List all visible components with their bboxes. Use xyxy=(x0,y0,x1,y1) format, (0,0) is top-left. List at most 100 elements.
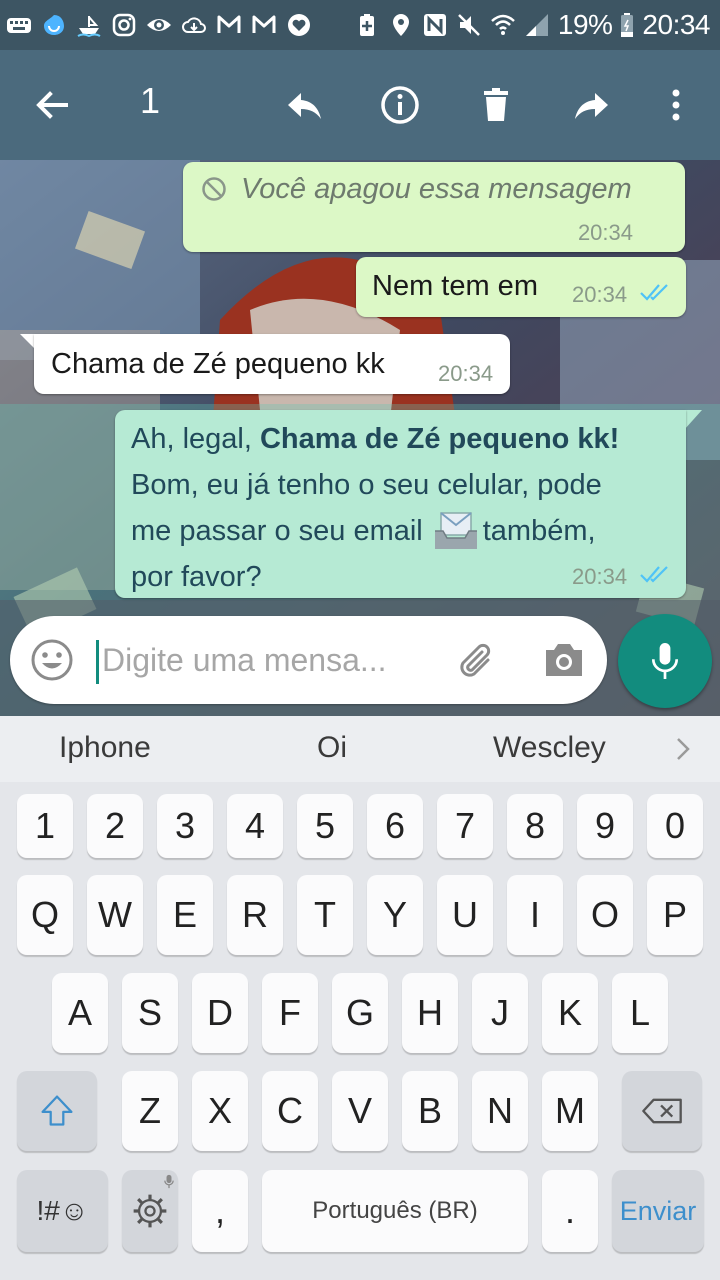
key-w[interactable]: W xyxy=(87,875,143,955)
period-key[interactable]: . xyxy=(542,1170,598,1252)
message-incoming[interactable]: Chama de Zé pequeno kk 20:34 xyxy=(34,334,510,394)
gmail-icon xyxy=(251,12,277,38)
key-9[interactable]: 9 xyxy=(577,794,633,858)
nfc-icon xyxy=(422,12,448,38)
location-icon xyxy=(388,12,414,38)
ship-icon xyxy=(76,12,102,38)
backspace-icon xyxy=(642,1098,682,1124)
text-cursor xyxy=(96,640,99,684)
key-d[interactable]: D xyxy=(192,973,248,1053)
message-input-placeholder[interactable]: Digite uma mensa... xyxy=(102,642,387,679)
key-8[interactable]: 8 xyxy=(507,794,563,858)
mic-button[interactable] xyxy=(618,614,712,708)
selected-count: 1 xyxy=(140,80,161,121)
comma-key[interactable]: , xyxy=(192,1170,248,1252)
message-outgoing[interactable]: Nem tem em 20:34 xyxy=(356,257,686,317)
key-i[interactable]: I xyxy=(507,875,563,955)
key-g[interactable]: G xyxy=(332,973,388,1053)
settings-key[interactable] xyxy=(122,1170,178,1252)
forward-icon[interactable] xyxy=(564,77,620,133)
key-s[interactable]: S xyxy=(122,973,178,1053)
message-time: 20:34 xyxy=(577,220,633,245)
battery-saver-icon xyxy=(354,12,380,38)
status-bar: 19% 20:34 xyxy=(0,0,720,50)
battery-icon xyxy=(620,12,634,38)
key-b[interactable]: B xyxy=(402,1071,458,1151)
gear-icon xyxy=(133,1194,167,1228)
message-time: 20:34 xyxy=(438,361,494,386)
delete-icon[interactable] xyxy=(468,77,524,133)
message-deleted[interactable]: Você apagou essa mensagem 20:34 xyxy=(183,162,685,252)
message-text: Chama de Zé pequeno kk xyxy=(51,348,385,380)
info-icon[interactable] xyxy=(372,77,428,133)
backspace-key[interactable] xyxy=(622,1071,702,1151)
key-t[interactable]: T xyxy=(297,875,353,955)
key-j[interactable]: J xyxy=(472,973,528,1053)
key-a[interactable]: A xyxy=(52,973,108,1053)
key-c[interactable]: C xyxy=(262,1071,318,1151)
key-x[interactable]: X xyxy=(192,1071,248,1151)
shift-icon xyxy=(41,1095,73,1126)
key-v[interactable]: V xyxy=(332,1071,388,1151)
key-n[interactable]: N xyxy=(472,1071,528,1151)
key-p[interactable]: P xyxy=(647,875,703,955)
key-l[interactable]: L xyxy=(612,973,668,1053)
key-y[interactable]: Y xyxy=(367,875,423,955)
key-k[interactable]: K xyxy=(542,973,598,1053)
key-2[interactable]: 2 xyxy=(87,794,143,858)
battery-percent: 19% xyxy=(557,9,613,40)
read-ticks-icon xyxy=(640,566,668,583)
message-text-prefix: Ah, legal, xyxy=(131,423,260,455)
key-7[interactable]: 7 xyxy=(437,794,493,858)
camera-icon[interactable] xyxy=(542,640,586,680)
reply-icon[interactable] xyxy=(276,77,332,133)
inbox-tray-emoji xyxy=(434,512,477,549)
key-5[interactable]: 5 xyxy=(297,794,353,858)
selection-action-bar: 1 xyxy=(0,50,720,160)
key-z[interactable]: Z xyxy=(122,1071,178,1151)
attach-icon[interactable] xyxy=(454,638,500,684)
mic-icon xyxy=(651,643,679,679)
back-arrow-icon[interactable] xyxy=(24,77,80,133)
keyboard: 1 2 3 4 5 6 7 8 9 0 Q W E R T Y U I O P … xyxy=(0,782,720,1280)
chevron-right-icon[interactable] xyxy=(672,736,694,762)
instagram-icon xyxy=(111,12,137,38)
message-time: 20:34 xyxy=(572,282,628,307)
compose-bar: Digite uma mensa... xyxy=(0,606,720,716)
shift-key[interactable] xyxy=(17,1071,97,1151)
suggestion-2[interactable]: Oi xyxy=(317,731,347,765)
key-1[interactable]: 1 xyxy=(17,794,73,858)
message-time: 20:34 xyxy=(572,564,628,589)
key-o[interactable]: O xyxy=(577,875,633,955)
key-r[interactable]: R xyxy=(227,875,283,955)
key-e[interactable]: E xyxy=(157,875,213,955)
key-q[interactable]: Q xyxy=(17,875,73,955)
key-f[interactable]: F xyxy=(262,973,318,1053)
heart-icon xyxy=(286,12,312,38)
outgoing-bubble-tail xyxy=(684,410,702,430)
symbols-key[interactable]: !#☺ xyxy=(17,1170,108,1252)
keyboard-suggestion-strip: Iphone Oi Wescley xyxy=(0,716,720,782)
key-h[interactable]: H xyxy=(402,973,458,1053)
suggestion-1[interactable]: Iphone xyxy=(59,731,151,765)
space-key[interactable]: Português (BR) xyxy=(262,1170,528,1252)
send-key[interactable]: Enviar xyxy=(612,1170,704,1252)
key-3[interactable]: 3 xyxy=(157,794,213,858)
message-outgoing-selected[interactable]: Ah, legal, Chama de Zé pequeno kk! Bom, … xyxy=(115,410,686,598)
deleted-message-text: Você apagou essa mensagem xyxy=(241,173,632,205)
message-line: Bom, eu já tenho o seu celular, pode xyxy=(131,469,602,501)
emoji-icon[interactable] xyxy=(30,638,74,682)
key-6[interactable]: 6 xyxy=(367,794,423,858)
keyboard-icon xyxy=(6,12,32,38)
key-m[interactable]: M xyxy=(542,1071,598,1151)
suggestion-3[interactable]: Wescley xyxy=(493,731,606,765)
more-vert-icon[interactable] xyxy=(648,77,704,133)
mute-icon xyxy=(456,12,482,38)
key-u[interactable]: U xyxy=(437,875,493,955)
message-input-box[interactable]: Digite uma mensa... xyxy=(10,616,607,704)
eye-icon xyxy=(146,12,172,38)
key-0[interactable]: 0 xyxy=(647,794,703,858)
signal-icon xyxy=(524,12,550,38)
read-ticks-icon xyxy=(640,284,668,301)
key-4[interactable]: 4 xyxy=(227,794,283,858)
